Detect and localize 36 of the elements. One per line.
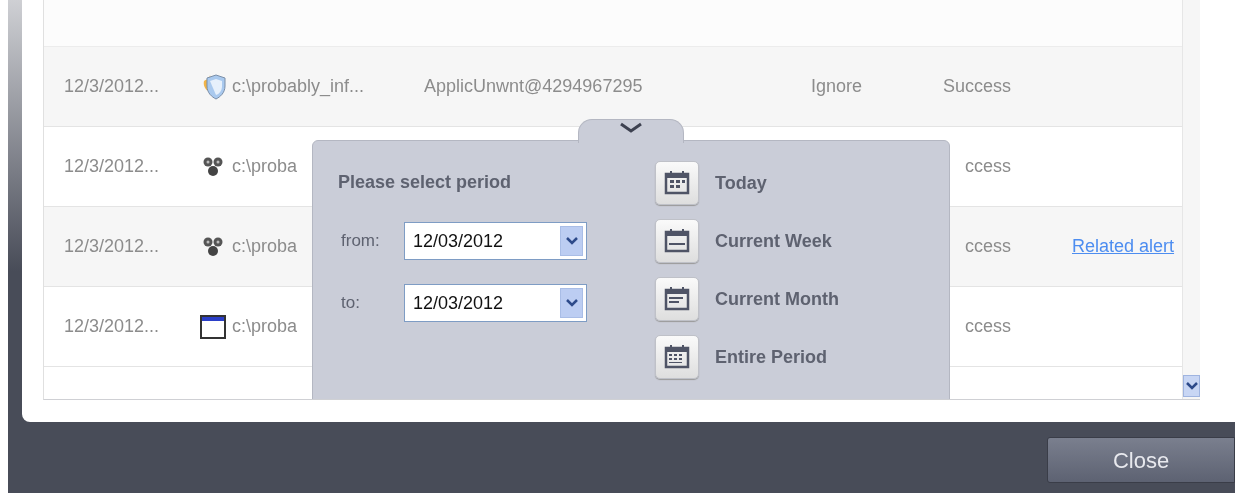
collapse-tab[interactable]	[578, 119, 684, 143]
table-cell: Ignore	[811, 76, 863, 96]
table-cell: c:\proba	[232, 156, 298, 176]
field-label: to:	[340, 292, 361, 315]
table-cell-text: 12/3/2012...	[63, 75, 161, 98]
table-cell: c:\probably_inf...	[232, 76, 365, 96]
table-cell-text: 12/3/2012...	[63, 315, 161, 338]
table-cell: ccess	[965, 236, 1011, 256]
chevron-down-icon	[619, 122, 643, 134]
calendar-icon	[655, 219, 699, 263]
period-option[interactable]: Entire Period	[655, 335, 828, 379]
scroll-down-button[interactable]	[1183, 375, 1200, 397]
calendar-icon	[655, 277, 699, 321]
table-cell-text: 12/3/2012...	[63, 235, 161, 258]
table-cell: ccess	[965, 316, 1011, 336]
table-cell-text: 12/3/2012...	[63, 155, 161, 178]
cluster-icon	[201, 235, 225, 258]
chevron-down-icon	[1185, 382, 1198, 390]
date-field[interactable]: 12/03/2012	[404, 284, 587, 322]
window-icon	[200, 314, 226, 339]
field-label: from:	[340, 230, 381, 253]
date-field[interactable]: 12/03/2012	[404, 222, 587, 260]
table-cell: Success	[942, 76, 1011, 96]
popup-title: Please select period	[338, 171, 513, 194]
calendar-icon	[655, 161, 699, 205]
table-cell: ccess	[965, 156, 1011, 176]
close-button[interactable]: Close	[1047, 437, 1235, 483]
table-cell: c:\proba	[232, 236, 298, 256]
period-option[interactable]: Current Month	[655, 277, 839, 321]
calendar-icon	[655, 335, 699, 379]
cluster-icon	[201, 155, 225, 178]
related-alert-link[interactable]: Related alert	[1072, 236, 1175, 256]
table-cell: ApplicUnwnt@4294967295	[424, 76, 643, 96]
table-cell: c:\proba	[232, 316, 298, 336]
period-option[interactable]: Today	[655, 161, 767, 205]
period-option[interactable]: Current Week	[655, 219, 832, 263]
